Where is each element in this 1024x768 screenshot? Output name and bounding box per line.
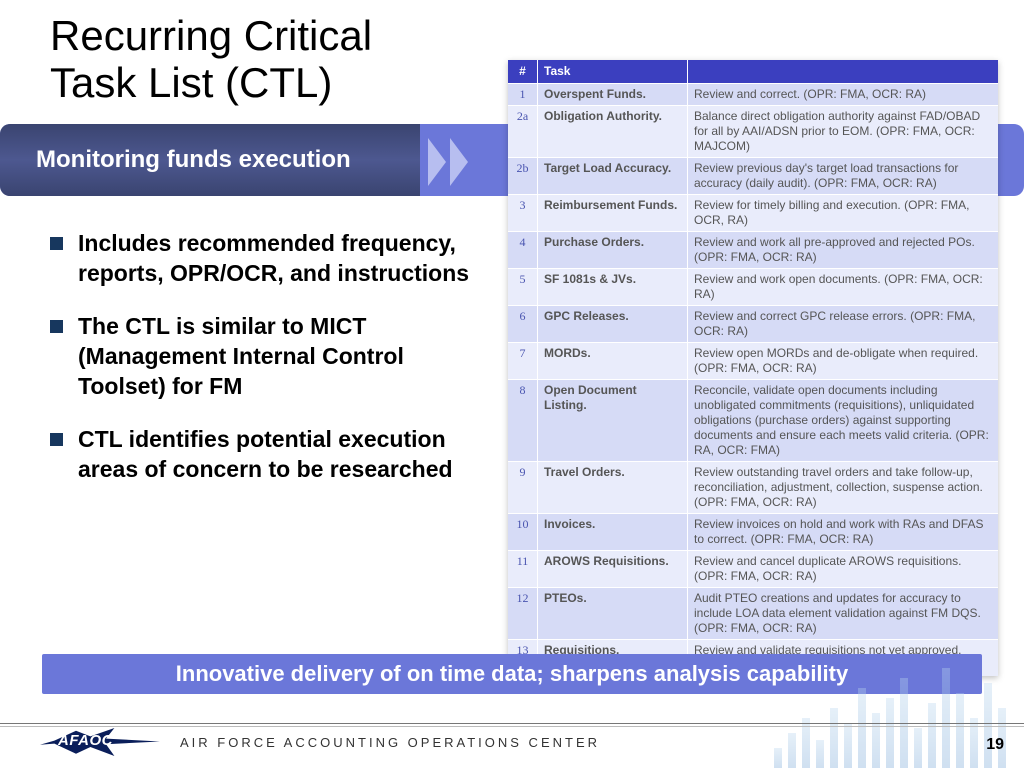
org-name: AIR FORCE ACCOUNTING OPERATIONS CENTER [180,735,600,750]
cell-desc: Review outstanding travel orders and tak… [688,462,998,513]
cell-num: 2b [508,158,538,194]
cell-task: AROWS Requisitions. [538,551,688,587]
cell-num: 7 [508,343,538,379]
footer: AFAOC AIR FORCE ACCOUNTING OPERATIONS CE… [0,710,1024,768]
table-header: # Task [508,60,998,83]
cell-num: 2a [508,106,538,157]
table-row: 5SF 1081s & JVs.Review and work open doc… [508,268,998,305]
table-row: 10Invoices.Review invoices on hold and w… [508,513,998,550]
cell-desc: Review and work open documents. (OPR: FM… [688,269,998,305]
col-header-num: # [508,60,538,83]
afaoc-logo: AFAOC [40,720,160,760]
cell-desc: Review for timely billing and execution.… [688,195,998,231]
chevron-right-icon [428,138,472,186]
page-title: Recurring CriticalTask List (CTL) [50,12,372,106]
cell-desc: Review open MORDs and de-obligate when r… [688,343,998,379]
cell-task: Invoices. [538,514,688,550]
cell-desc: Audit PTEO creations and updates for acc… [688,588,998,639]
table-row: 7MORDs.Review open MORDs and de-obligate… [508,342,998,379]
cell-task: PTEOs. [538,588,688,639]
table-row: 3Reimbursement Funds.Review for timely b… [508,194,998,231]
cell-num: 10 [508,514,538,550]
cell-num: 5 [508,269,538,305]
cell-task: GPC Releases. [538,306,688,342]
cell-task: Reimbursement Funds. [538,195,688,231]
cell-task: Target Load Accuracy. [538,158,688,194]
cell-desc: Review previous day's target load transa… [688,158,998,194]
cell-desc: Reconcile, validate open documents inclu… [688,380,998,461]
cell-num: 11 [508,551,538,587]
cell-num: 6 [508,306,538,342]
bullet-item: The CTL is similar to MICT (Management I… [50,311,490,402]
bullet-list: Includes recommended frequency, reports,… [50,228,490,507]
cell-task: MORDs. [538,343,688,379]
cell-desc: Review and cancel duplicate AROWS requis… [688,551,998,587]
cell-desc: Review invoices on hold and work with RA… [688,514,998,550]
col-header-task: Task [538,60,688,83]
logo-text: AFAOC [58,732,113,749]
table-row: 4Purchase Orders.Review and work all pre… [508,231,998,268]
cell-num: 12 [508,588,538,639]
table-row: 2bTarget Load Accuracy.Review previous d… [508,157,998,194]
cell-num: 3 [508,195,538,231]
col-header-desc [688,60,998,83]
slide: Recurring CriticalTask List (CTL) Monito… [0,0,1024,768]
cell-num: 1 [508,84,538,105]
cell-desc: Review and correct. (OPR: FMA, OCR: RA) [688,84,998,105]
table-row: 12PTEOs.Audit PTEO creations and updates… [508,587,998,639]
tagline-banner: Innovative delivery of on time data; sha… [42,654,982,694]
cell-desc: Review and work all pre-approved and rej… [688,232,998,268]
table-body: 1Overspent Funds.Review and correct. (OP… [508,83,998,676]
task-table: # Task 1Overspent Funds.Review and corre… [508,60,998,676]
cell-task: Overspent Funds. [538,84,688,105]
cell-task: Travel Orders. [538,462,688,513]
cell-desc: Balance direct obligation authority agai… [688,106,998,157]
cell-desc: Review and correct GPC release errors. (… [688,306,998,342]
cell-task: SF 1081s & JVs. [538,269,688,305]
table-row: 6GPC Releases.Review and correct GPC rel… [508,305,998,342]
cell-task: Obligation Authority. [538,106,688,157]
cell-task: Purchase Orders. [538,232,688,268]
table-row: 1Overspent Funds.Review and correct. (OP… [508,83,998,105]
bullet-item: Includes recommended frequency, reports,… [50,228,490,289]
subtitle: Monitoring funds execution [0,124,420,196]
table-row: 2aObligation Authority.Balance direct ob… [508,105,998,157]
cell-task: Open Document Listing. [538,380,688,461]
cell-num: 9 [508,462,538,513]
page-number: 19 [986,736,1004,754]
cell-num: 4 [508,232,538,268]
bullet-item: CTL identifies potential execution areas… [50,424,490,485]
table-row: 11AROWS Requisitions.Review and cancel d… [508,550,998,587]
table-row: 9Travel Orders.Review outstanding travel… [508,461,998,513]
cell-num: 8 [508,380,538,461]
table-row: 8Open Document Listing.Reconcile, valida… [508,379,998,461]
